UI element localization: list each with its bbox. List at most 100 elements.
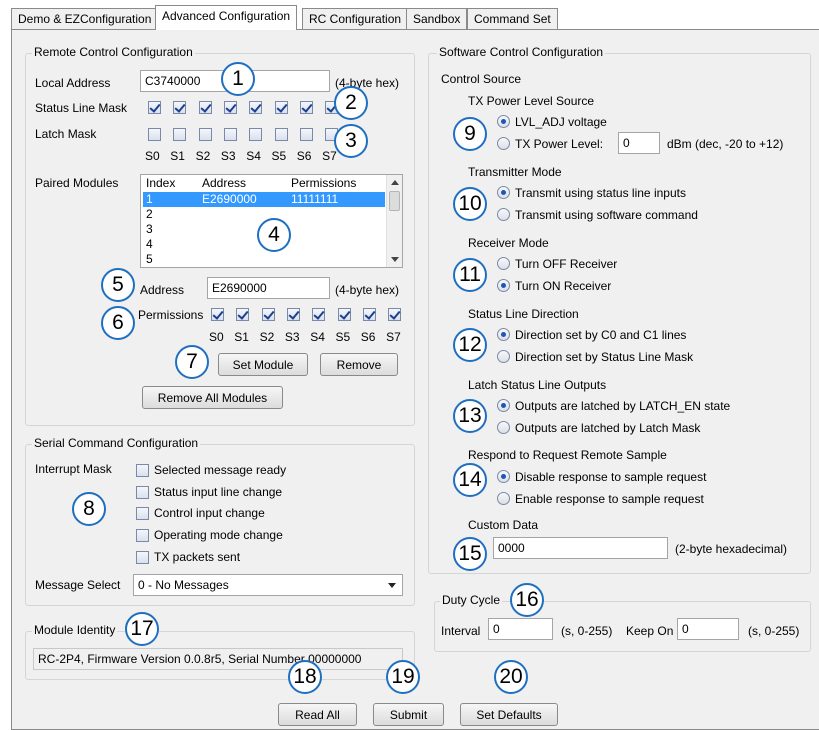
module-address-hint: (4-byte hex)	[335, 283, 400, 297]
scroll-thumb[interactable]	[389, 191, 400, 211]
transmitter-mode-title: Transmitter Mode	[468, 165, 562, 179]
latch-mask-checkbox-s1[interactable]	[173, 128, 187, 141]
permission-checkbox-s0[interactable]	[211, 308, 224, 321]
tx-power-level-input[interactable]: 0	[618, 132, 660, 154]
status-mask-checkbox-s6[interactable]	[299, 101, 313, 114]
permission-checkbox-s7[interactable]	[388, 308, 402, 321]
module-identity-field: RC-2P4, Firmware Version 0.0.8r5, Serial…	[33, 648, 403, 670]
list-cell-index: 2	[146, 207, 153, 221]
status-mask-checkbox-s1[interactable]	[173, 101, 187, 114]
interval-input[interactable]: 0	[488, 618, 553, 640]
direction-c0c1-radio[interactable]	[497, 328, 510, 341]
tab-advanced-configuration[interactable]: Advanced Configuration	[155, 5, 298, 30]
list-header-permissions[interactable]: Permissions	[291, 176, 356, 190]
interrupt-option-checkbox[interactable]	[136, 550, 149, 564]
receiver-off-radio[interactable]	[497, 257, 510, 270]
status-mask-checkbox-s2[interactable]	[198, 101, 212, 114]
list-scrollbar[interactable]	[386, 175, 402, 267]
callout-badge-6: 6	[101, 306, 135, 340]
interrupt-option-label: Selected message ready	[154, 463, 287, 477]
tab-rc-configuration[interactable]: RC Configuration	[302, 8, 409, 29]
module-address-input[interactable]: E2690000	[207, 277, 330, 299]
latch-mask-radio[interactable]	[497, 421, 510, 434]
latch-mask-checkbox-s0[interactable]	[148, 128, 161, 141]
set-module-button[interactable]: Set Module	[218, 353, 308, 376]
enable-response-radio[interactable]	[497, 492, 510, 505]
callout-badge-14: 14	[453, 463, 487, 497]
scroll-up-icon[interactable]	[391, 180, 399, 185]
interrupt-option-checkbox[interactable]	[136, 529, 149, 543]
latch-mask-checkbox-s4[interactable]	[249, 128, 263, 141]
interval-label: Interval	[441, 624, 481, 638]
permission-bit-label: S0	[209, 330, 224, 344]
tx-lvl-adj-label: LVL_ADJ voltage	[515, 115, 607, 129]
permission-checkbox-s2[interactable]	[261, 308, 275, 321]
status-line-mask-label: Status Line Mask	[35, 101, 128, 115]
permission-checkbox-s6[interactable]	[362, 308, 376, 321]
latch-bit-label: S6	[296, 149, 312, 163]
control-source-label: Control Source	[441, 72, 522, 86]
address-label: Address	[140, 283, 185, 297]
callout-badge-1: 1	[221, 62, 255, 96]
permission-checkbox-s1[interactable]	[236, 308, 250, 321]
transmit-status-line-radio[interactable]	[497, 186, 510, 199]
permission-checkbox-s3[interactable]	[286, 308, 300, 321]
tx-power-level-label: TX Power Level:	[515, 137, 604, 151]
list-item[interactable]: 1 E2690000 11111111	[143, 192, 385, 207]
paired-modules-label: Paired Modules	[35, 176, 119, 190]
permission-bit-label: S6	[360, 330, 376, 344]
status-mask-checkbox-s5[interactable]	[274, 101, 288, 114]
direction-mask-radio[interactable]	[497, 350, 510, 363]
callout-badge-18: 18	[288, 660, 322, 694]
callout-badge-17: 17	[125, 612, 159, 646]
latch-bit-label: S2	[195, 149, 211, 163]
list-header-index[interactable]: Index	[146, 176, 175, 190]
latch-en-radio[interactable]	[497, 399, 510, 412]
permissions-label: Permissions	[138, 308, 204, 322]
disable-response-radio[interactable]	[497, 470, 510, 483]
transmit-software-radio[interactable]	[497, 208, 510, 221]
latch-bit-label: S4	[246, 149, 261, 163]
callout-badge-11: 11	[453, 258, 487, 292]
latch-bit-label: S0	[145, 149, 160, 163]
status-mask-checkbox-s3[interactable]	[223, 101, 237, 114]
tx-lvl-adj-radio[interactable]	[497, 115, 510, 128]
tab-command-set[interactable]: Command Set	[467, 8, 558, 29]
keep-on-input[interactable]: 0	[677, 618, 739, 640]
custom-data-input[interactable]: 0000	[493, 537, 668, 559]
submit-button[interactable]: Submit	[373, 703, 444, 726]
read-all-button[interactable]: Read All	[278, 703, 357, 726]
latch-mask-checkbox-s6[interactable]	[299, 128, 313, 141]
remove-button[interactable]: Remove	[320, 353, 398, 376]
local-address-label: Local Address	[35, 76, 111, 90]
keep-on-hint: (s, 0-255)	[748, 624, 800, 638]
latch-mask-checkbox-s2[interactable]	[198, 128, 212, 141]
custom-data-hint: (2-byte hexadecimal)	[675, 542, 788, 556]
status-mask-checkbox-s4[interactable]	[249, 101, 263, 114]
interrupt-option-checkbox[interactable]	[136, 464, 149, 477]
remove-all-modules-button[interactable]: Remove All Modules	[142, 386, 283, 409]
message-select-dropdown[interactable]: 0 - No Messages	[133, 574, 403, 596]
list-item[interactable]: 5	[143, 252, 385, 267]
interrupt-option-checkbox[interactable]	[136, 507, 149, 521]
permission-checkbox-s5[interactable]	[337, 308, 351, 321]
callout-badge-5: 5	[101, 268, 135, 302]
interrupt-option-label: Operating mode change	[154, 528, 283, 543]
tx-power-level-radio[interactable]	[497, 137, 510, 150]
keep-on-label: Keep On	[626, 624, 674, 638]
tab-demo-ezconfiguration[interactable]: Demo & EZConfiguration	[11, 8, 159, 29]
permission-bit-label: S1	[234, 330, 249, 344]
latch-bit-label: S3	[220, 149, 236, 163]
tab-sandbox[interactable]: Sandbox	[406, 8, 468, 29]
remote-control-title: Remote Control Configuration	[32, 45, 195, 59]
status-mask-checkbox-s0[interactable]	[148, 101, 161, 114]
permission-checkbox-s4[interactable]	[312, 308, 326, 321]
scroll-down-icon[interactable]	[391, 257, 399, 262]
list-header-address[interactable]: Address	[202, 176, 246, 190]
interrupt-option-checkbox[interactable]	[136, 485, 149, 499]
chevron-down-icon[interactable]	[388, 583, 396, 588]
set-defaults-button[interactable]: Set Defaults	[460, 703, 558, 726]
latch-mask-checkbox-s5[interactable]	[274, 128, 288, 141]
receiver-on-radio[interactable]	[497, 279, 510, 292]
latch-mask-checkbox-s3[interactable]	[223, 128, 237, 141]
